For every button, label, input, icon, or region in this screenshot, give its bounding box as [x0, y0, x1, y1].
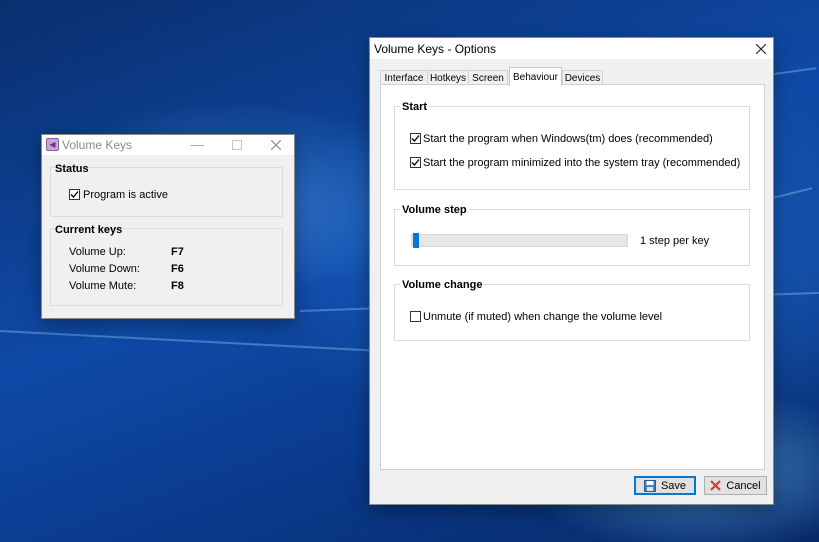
title-bar[interactable]: ◀ Volume Keys —	[42, 135, 294, 155]
start-group	[394, 106, 750, 190]
volume-keys-window[interactable]: ◀ Volume Keys — Status Program is active…	[41, 134, 295, 319]
volume-down-label: Volume Down:	[69, 263, 140, 275]
window-title: Volume Keys	[62, 138, 133, 152]
tab-behaviour[interactable]: Behaviour	[509, 67, 562, 86]
wallpaper-ray	[0, 330, 380, 352]
start-with-windows-checkbox[interactable]	[410, 133, 421, 144]
save-button-label: Save	[660, 479, 687, 492]
volume-step-slider[interactable]	[411, 234, 628, 247]
start-group-title: Start	[400, 101, 430, 113]
unmute-checkbox[interactable]	[410, 311, 421, 322]
status-group-title: Status	[55, 163, 89, 175]
volume-mute-key: F8	[171, 280, 184, 292]
close-icon[interactable]	[741, 39, 780, 58]
program-active-label[interactable]: Program is active	[83, 189, 168, 201]
cancel-button-label: Cancel	[726, 479, 761, 492]
current-keys-group-title: Current keys	[55, 224, 123, 236]
maximize-icon[interactable]	[217, 135, 256, 154]
start-with-windows-label[interactable]: Start the program when Windows(tm) does …	[423, 133, 713, 145]
volume-step-value: 1 step per key	[640, 235, 710, 247]
start-minimized-checkbox[interactable]	[410, 157, 421, 168]
tab-interface[interactable]: Interface	[380, 70, 428, 85]
volume-up-key: F7	[171, 246, 184, 258]
tab-devices[interactable]: Devices	[562, 70, 603, 85]
window-title: Volume Keys - Options	[374, 41, 497, 56]
start-minimized-label[interactable]: Start the program minimized into the sys…	[423, 157, 740, 169]
volume-step-group-title: Volume step	[400, 204, 469, 216]
volume-down-key: F6	[171, 263, 184, 275]
speaker-app-icon: ◀	[46, 138, 59, 151]
program-active-checkbox[interactable]	[69, 189, 80, 200]
cancel-button[interactable]: Cancel	[704, 476, 767, 495]
volume-up-label: Volume Up:	[69, 246, 126, 258]
tab-screen[interactable]: Screen	[468, 70, 508, 85]
behaviour-panel: Start Start the program when Windows(tm)…	[380, 84, 765, 470]
close-icon[interactable]	[256, 135, 295, 154]
unmute-label[interactable]: Unmute (if muted) when change the volume…	[423, 311, 662, 323]
volume-mute-label: Volume Mute:	[69, 280, 137, 292]
minimize-icon[interactable]: —	[178, 135, 217, 154]
cross-icon	[710, 480, 722, 491]
title-bar[interactable]: Volume Keys - Options	[370, 38, 773, 59]
save-button[interactable]: Save	[634, 476, 696, 495]
tab-hotkeys[interactable]: Hotkeys	[427, 70, 469, 85]
floppy-disk-icon	[643, 479, 656, 492]
volume-step-slider-thumb[interactable]	[413, 233, 419, 248]
volume-change-group-title: Volume change	[400, 279, 485, 291]
options-window[interactable]: Volume Keys - Options Interface Hotkeys …	[369, 37, 774, 505]
